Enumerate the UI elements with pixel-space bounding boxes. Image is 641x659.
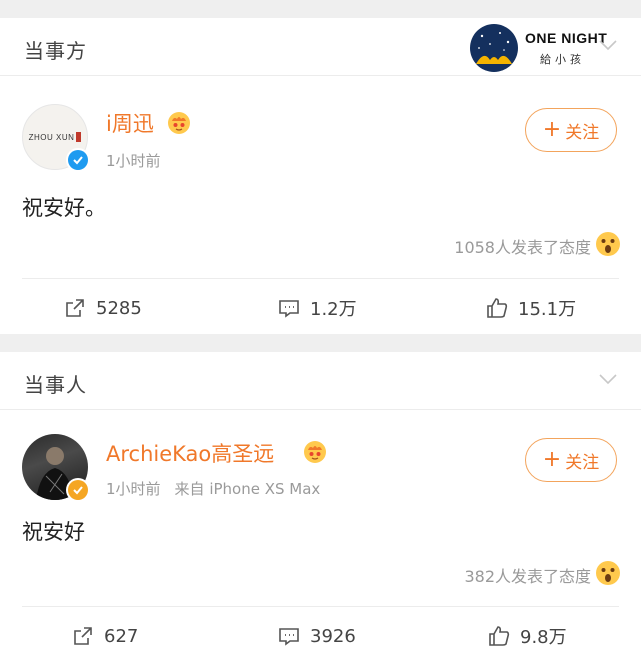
reaction-count[interactable]: 382人发表了态度: [464, 563, 591, 587]
middle-gap: [0, 334, 641, 352]
like-button[interactable]: 9.8万: [488, 608, 567, 659]
check-icon: [73, 156, 83, 165]
follow-button[interactable]: + 关注: [525, 438, 617, 482]
section-title: 当事人: [24, 373, 87, 397]
section-header-2: 当事人: [0, 352, 641, 410]
section-title: 当事方: [24, 39, 87, 63]
chevron-down-icon[interactable]: [597, 34, 619, 56]
post-time: 1小时前: [106, 152, 161, 170]
thumbs-up-icon: [489, 626, 510, 646]
follow-label: 关注: [565, 452, 600, 473]
repost-icon: [74, 627, 92, 645]
comment-count: 1.2万: [310, 299, 357, 320]
repost-icon: [66, 299, 84, 317]
top-gap: [0, 0, 641, 18]
verified-badge: [66, 148, 90, 172]
verified-badge: [66, 478, 90, 502]
plus-icon: +: [542, 117, 562, 142]
username[interactable]: ArchieKao高圣远: [106, 438, 274, 468]
post-card-1: ZHOU XUN i周迅 1小时前 + 关注 祝安好。 1058人发表了态度 5…: [0, 76, 641, 334]
wow-emoji-icon[interactable]: [595, 560, 621, 586]
post-text: 祝安好。: [22, 196, 106, 220]
post-source[interactable]: 来自 iPhone XS Max: [175, 480, 321, 498]
action-bar: 627 3926 9.8万: [0, 608, 641, 659]
reaction-count[interactable]: 1058人发表了态度: [454, 234, 591, 258]
post-text: 祝安好: [22, 520, 85, 544]
action-bar: 5285 1.2万 15.1万: [0, 280, 641, 336]
avatar[interactable]: ZHOU XUN: [22, 104, 90, 172]
banner-line1: ONE NIGHT: [525, 30, 608, 46]
username[interactable]: i周迅: [106, 108, 154, 138]
section-header-1: 当事方 ONE NIGHT 給小孩: [0, 18, 641, 76]
post-meta: 1小时前 来自 iPhone XS Max: [106, 478, 320, 499]
vip-crown-icon[interactable]: [302, 438, 328, 464]
vip-crown-icon[interactable]: [166, 109, 192, 135]
follow-label: 关注: [565, 122, 600, 143]
comment-icon: [279, 300, 299, 318]
wow-emoji-icon[interactable]: [595, 231, 621, 257]
check-icon: [73, 486, 83, 495]
repost-count: 5285: [96, 297, 142, 319]
divider: [22, 278, 619, 279]
chevron-down-icon[interactable]: [597, 368, 619, 390]
follow-button[interactable]: + 关注: [525, 108, 617, 152]
post-card-2: ArchieKao高圣远 1小时前 来自 iPhone XS Max + 关注 祝…: [0, 410, 641, 659]
comment-icon: [279, 628, 299, 646]
repost-button[interactable]: 5285: [64, 280, 142, 336]
post-time: 1小时前: [106, 480, 161, 498]
avatar-text: ZHOU XUN: [28, 132, 75, 142]
banner-line2: 給小孩: [540, 53, 585, 66]
comment-button[interactable]: 1.2万: [278, 280, 357, 336]
thumbs-up-icon: [487, 298, 508, 318]
avatar-seal-icon: [76, 132, 82, 142]
repost-count: 627: [104, 625, 139, 647]
comment-button[interactable]: 3926: [278, 608, 356, 659]
banner-logo-icon: [470, 24, 518, 72]
divider: [22, 606, 619, 607]
like-button[interactable]: 15.1万: [486, 280, 576, 336]
like-count: 15.1万: [518, 299, 577, 320]
repost-button[interactable]: 627: [72, 608, 138, 659]
plus-icon: +: [542, 447, 562, 472]
post-meta: 1小时前: [106, 150, 161, 171]
like-count: 9.8万: [520, 627, 567, 648]
comment-count: 3926: [310, 625, 356, 647]
avatar[interactable]: [22, 434, 90, 502]
